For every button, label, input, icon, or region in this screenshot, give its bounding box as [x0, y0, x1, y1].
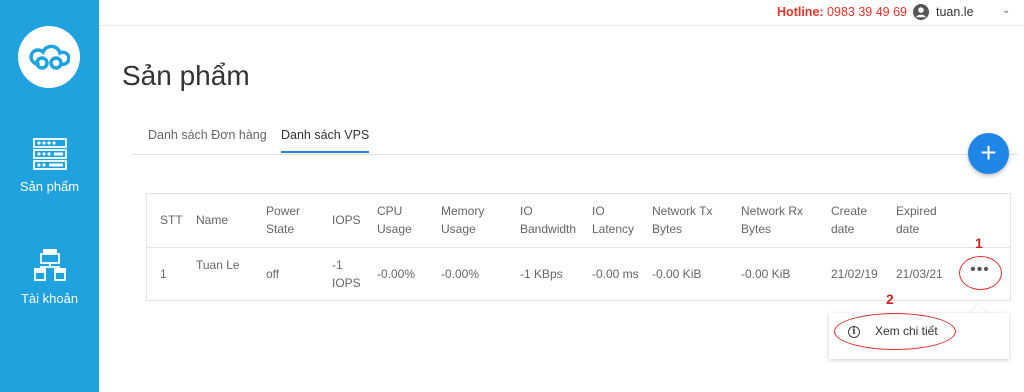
cell-memory-usage: -0.00%	[441, 267, 480, 281]
annotation-circle-1	[959, 256, 1002, 290]
column-header-network-rx: Network Rx Bytes	[741, 204, 804, 236]
hotline-number: 0983 39 49 69	[827, 5, 907, 19]
header-divider	[147, 247, 1010, 248]
cell-cpu-usage: -0.00%	[377, 267, 416, 281]
sidebar-item-label: Sản phẩm	[19, 179, 80, 194]
username[interactable]: tuan.le	[936, 5, 974, 19]
cell-iops: -1 IOPS	[332, 258, 361, 290]
cell-io-bandwidth: -1 KBps	[520, 267, 563, 281]
server-icon	[32, 138, 67, 170]
add-button[interactable]: +	[968, 133, 1009, 174]
column-header-expired-date: Expired date	[896, 204, 937, 236]
column-header-network-tx: Network Tx Bytes	[652, 204, 713, 236]
cell-io-latency: -0.00 ms	[592, 267, 639, 281]
annotation-number-1: 1	[975, 235, 983, 251]
annotation-circle-2	[834, 313, 956, 350]
hotline-label: Hotline:	[777, 5, 824, 19]
cloud-logo-icon	[29, 44, 70, 70]
hotline: Hotline: 0983 39 49 69	[777, 5, 907, 19]
store-icon	[33, 249, 66, 281]
logo[interactable]	[18, 26, 80, 88]
user-avatar-icon[interactable]	[913, 4, 929, 20]
tab-orders[interactable]: Danh sách Đơn hàng	[148, 128, 267, 151]
cell-expired-date: 21/03/21	[896, 267, 943, 281]
column-header-create-date: Create date	[831, 204, 868, 236]
column-header-iops: IOPS	[332, 213, 361, 227]
page-title: Sản phẩm	[122, 60, 250, 91]
sidebar-item-products[interactable]: Sản phẩm	[0, 138, 99, 194]
cell-network-rx: -0.00 KiB	[741, 267, 791, 281]
cell-name: Tuan Le	[196, 258, 240, 272]
chevron-down-icon[interactable]: ⌄	[1002, 5, 1010, 16]
column-header-io-latency: IO Latency	[592, 204, 635, 236]
cell-create-date: 21/02/19	[831, 267, 878, 281]
column-header-stt: STT	[160, 213, 183, 227]
sidebar-item-label: Tài khoản	[20, 291, 79, 306]
column-header-memory-usage: Memory Usage	[441, 204, 485, 236]
tab-bar: Danh sách Đơn hàng Danh sách VPS	[132, 128, 1018, 155]
cell-network-tx: -0.00 KiB	[652, 267, 702, 281]
column-header-power-state: Power State	[266, 204, 301, 236]
column-header-cpu-usage: CPU Usage	[377, 204, 412, 236]
column-header-name: Name	[196, 213, 229, 227]
cell-power-state: off	[266, 267, 280, 281]
column-header-io-bandwidth: IO Bandwidth	[520, 204, 577, 236]
sidebar: Sản phẩm Tài khoản	[0, 0, 99, 392]
tab-vps[interactable]: Danh sách VPS	[281, 128, 370, 153]
cell-stt: 1	[160, 267, 167, 281]
annotation-number-2: 2	[886, 291, 894, 307]
sidebar-item-account[interactable]: Tài khoản	[0, 248, 99, 306]
